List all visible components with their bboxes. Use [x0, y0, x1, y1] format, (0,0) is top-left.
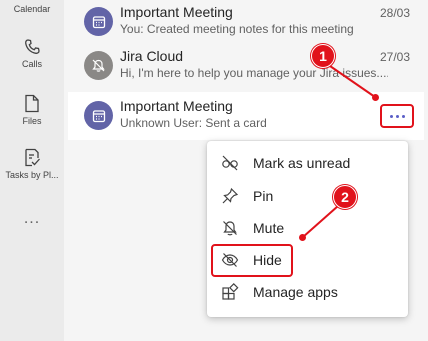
chat-item[interactable]: Important Meeting You: Created meeting n…	[68, 0, 424, 46]
avatar	[84, 7, 113, 36]
menu-item-manage-apps[interactable]: Manage apps	[207, 276, 408, 308]
chat-preview: Hi, I'm here to help you manage your Jir…	[120, 66, 388, 80]
menu-item-mute[interactable]: Mute	[207, 212, 408, 244]
rail-item-tasks[interactable]: Tasks by Pl...	[0, 148, 64, 180]
avatar	[84, 51, 113, 80]
rail-item-label: Tasks by Pl...	[5, 170, 59, 180]
chat-title: Jira Cloud	[120, 48, 184, 64]
rail-item-calendar[interactable]: Calendar	[0, 4, 64, 14]
menu-item-label: Mute	[253, 220, 285, 236]
more-icon: ...	[23, 210, 41, 227]
hide-highlight-box	[211, 244, 293, 277]
chat-preview: You: Created meeting notes for this meet…	[120, 22, 354, 36]
avatar	[84, 101, 113, 130]
chat-date: 28/03	[379, 6, 410, 20]
context-menu: Mark as unread Pin Mute Hide Manage apps	[207, 141, 408, 317]
bell-off-icon	[223, 221, 237, 236]
menu-item-mark-unread[interactable]: Mark as unread	[207, 147, 408, 179]
menu-item-label: Manage apps	[253, 284, 338, 300]
more-dot	[395, 114, 399, 118]
bell-off-icon	[92, 59, 105, 72]
rail-item-calls[interactable]: Calls	[0, 38, 64, 69]
chat-item-selected[interactable]: Important Meeting Unknown User: Sent a c…	[68, 92, 424, 140]
chat-title: Important Meeting	[120, 98, 233, 114]
menu-item-label: Mark as unread	[253, 155, 351, 171]
app-rail: Calendar Calls Files Tasks by Pl... ...	[0, 0, 64, 341]
chat-date: 27/03	[379, 50, 410, 64]
more-dot	[401, 114, 405, 118]
calendar-icon	[92, 109, 105, 122]
step-badge-1: 1	[311, 44, 335, 68]
menu-item-label: Pin	[253, 188, 274, 204]
file-icon	[25, 94, 39, 113]
chat-item[interactable]: Jira Cloud Hi, I'm here to help you mana…	[68, 42, 424, 90]
phone-icon	[25, 39, 40, 54]
more-apps-button[interactable]: ...	[0, 210, 64, 228]
pin-icon	[222, 187, 239, 204]
step-badge-2: 2	[333, 185, 357, 209]
rail-item-label: Files	[22, 116, 42, 126]
tasks-icon	[25, 148, 40, 167]
rail-item-label: Calendar	[13, 4, 51, 14]
eye-glasses-off-icon	[222, 155, 238, 171]
more-dot	[389, 114, 393, 118]
annotation-dot-2	[299, 234, 306, 241]
calendar-icon	[92, 15, 105, 28]
rail-item-files[interactable]: Files	[0, 94, 64, 126]
rail-item-label: Calls	[21, 59, 42, 69]
chat-preview: Unknown User: Sent a card	[120, 116, 267, 130]
chat-title: Important Meeting	[120, 4, 233, 20]
apps-icon	[222, 283, 239, 300]
more-options-button[interactable]	[380, 104, 414, 128]
annotation-dot-1	[372, 94, 379, 101]
menu-item-pin[interactable]: Pin	[207, 180, 408, 212]
